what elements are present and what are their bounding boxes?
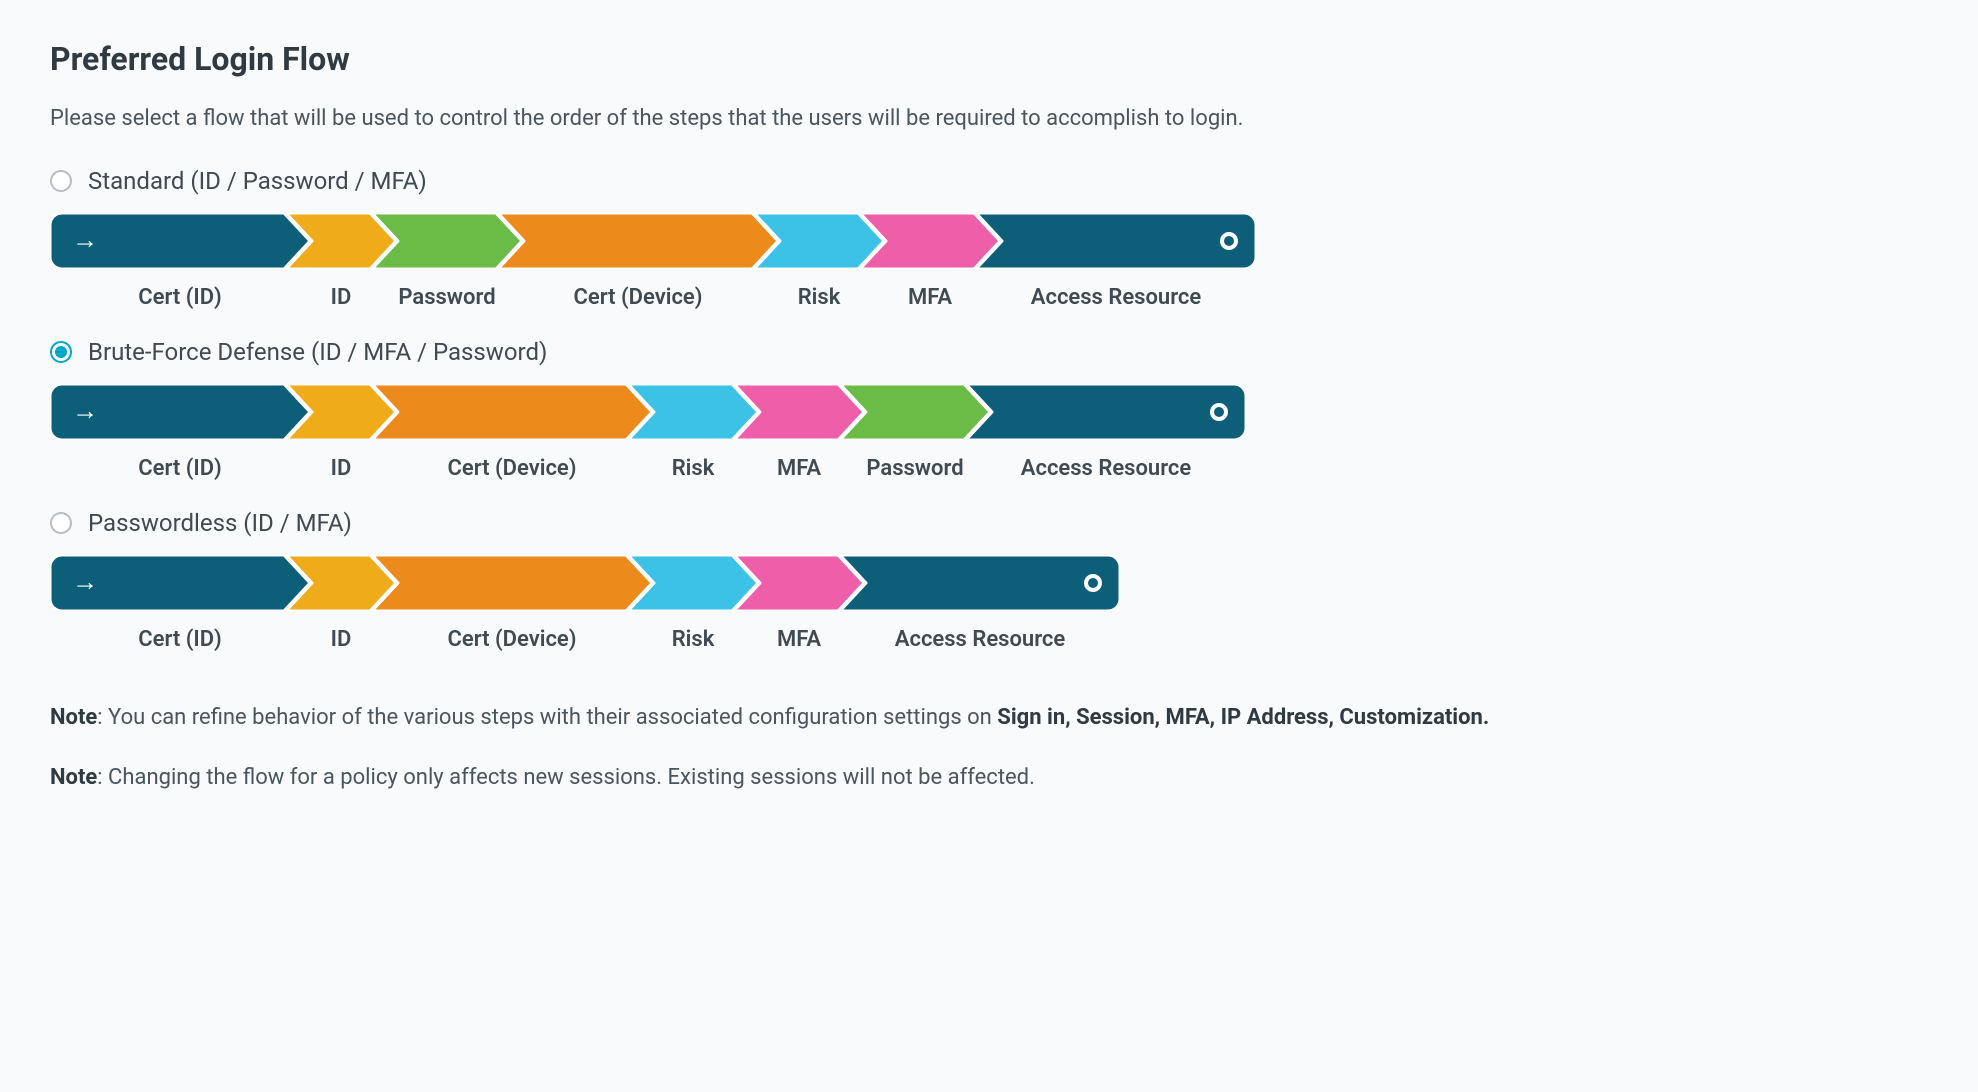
flow-step-label: Risk	[672, 456, 715, 481]
flow-step: Cert (Device)	[372, 555, 652, 652]
flow-step-label: Cert (Device)	[448, 627, 577, 652]
notes-section: Note: You can refine behavior of the var…	[50, 702, 1928, 794]
flow-option-label: Passwordless (ID / MFA)	[88, 509, 352, 537]
flow-options: Standard (ID / Password / MFA) → Cert (ID)…	[50, 167, 1928, 652]
flow-option-standard: Standard (ID / Password / MFA) → Cert (ID)…	[50, 167, 1928, 310]
flow-step-chevron: →	[50, 555, 310, 611]
flow-diagram-standard: → Cert (ID) ID Password Cert (Device) Risk MFA…	[50, 213, 1928, 310]
note-2: Note: Changing the flow for a policy onl…	[50, 762, 1928, 794]
flow-end-icon	[1084, 574, 1102, 592]
flow-option-header-brute-force-defense[interactable]: Brute-Force Defense (ID / MFA / Password…	[50, 338, 1928, 366]
flow-step: Access Resource	[840, 555, 1120, 652]
flow-step-label: ID	[331, 627, 352, 652]
flow-diagram-passwordless: → Cert (ID) ID Cert (Device) Risk MFA Access R…	[50, 555, 1928, 652]
flow-step-label: MFA	[777, 456, 821, 481]
preferred-login-flow-panel: Preferred Login Flow Please select a flo…	[0, 0, 1978, 862]
flow-step-chevron	[976, 213, 1256, 269]
arrow-right-icon: →	[72, 566, 98, 597]
flow-step-label: Cert (Device)	[448, 456, 577, 481]
flow-step-label: Access Resource	[1021, 456, 1191, 481]
flow-step-label: ID	[331, 285, 352, 310]
flow-option-label: Brute-Force Defense (ID / MFA / Password…	[88, 338, 547, 366]
flow-step-label: Cert (ID)	[138, 285, 222, 310]
radio-brute-force-defense[interactable]	[50, 341, 72, 363]
flow-step-chevron: →	[50, 384, 310, 440]
flow-step-chevron	[966, 384, 1246, 440]
flow-option-header-passwordless[interactable]: Passwordless (ID / MFA)	[50, 509, 1928, 537]
flow-end-icon	[1220, 232, 1238, 250]
note-2-body: : Changing the flow for a policy only af…	[97, 765, 1035, 790]
flow-step-chevron	[372, 555, 652, 611]
flow-step: → Cert (ID)	[50, 384, 310, 481]
flow-step: Access Resource	[976, 213, 1256, 310]
note-1-prefix: Note	[50, 705, 97, 730]
flow-step-label: Risk	[798, 285, 841, 310]
flow-step-label: Password	[398, 285, 495, 310]
flow-step: Cert (Device)	[372, 384, 652, 481]
note-1-body: : You can refine behavior of the various…	[97, 705, 997, 730]
flow-step: → Cert (ID)	[50, 555, 310, 652]
flow-step: → Cert (ID)	[50, 213, 310, 310]
flow-step-label: Risk	[672, 627, 715, 652]
arrow-right-icon: →	[72, 224, 98, 255]
note-1: Note: You can refine behavior of the var…	[50, 702, 1928, 734]
flow-step-chevron: →	[50, 213, 310, 269]
flow-end-icon	[1210, 403, 1228, 421]
arrow-right-icon: →	[72, 395, 98, 426]
flow-step-label: MFA	[908, 285, 952, 310]
flow-step-label: Cert (ID)	[138, 456, 222, 481]
radio-standard[interactable]	[50, 170, 72, 192]
flow-option-label: Standard (ID / Password / MFA)	[88, 167, 427, 195]
page-title: Preferred Login Flow	[50, 40, 1928, 78]
flow-step-label: ID	[331, 456, 352, 481]
flow-step-label: Access Resource	[895, 627, 1065, 652]
flow-step-label: Access Resource	[1031, 285, 1201, 310]
flow-diagram-brute-force-defense: → Cert (ID) ID Cert (Device) Risk MFA Password…	[50, 384, 1928, 481]
note-2-prefix: Note	[50, 765, 97, 790]
flow-option-brute-force-defense: Brute-Force Defense (ID / MFA / Password…	[50, 338, 1928, 481]
flow-step-label: Password	[866, 456, 963, 481]
flow-step-chevron	[840, 555, 1120, 611]
flow-step-label: Cert (ID)	[138, 627, 222, 652]
flow-step: Access Resource	[966, 384, 1246, 481]
flow-step-label: MFA	[777, 627, 821, 652]
note-1-bold: Sign in, Session, MFA, IP Address, Custo…	[997, 705, 1489, 730]
description: Please select a flow that will be used t…	[50, 106, 1928, 131]
flow-option-header-standard[interactable]: Standard (ID / Password / MFA)	[50, 167, 1928, 195]
flow-step: Cert (Device)	[498, 213, 778, 310]
flow-step-chevron	[372, 384, 652, 440]
flow-option-passwordless: Passwordless (ID / MFA) → Cert (ID) ID Cert …	[50, 509, 1928, 652]
radio-passwordless[interactable]	[50, 512, 72, 534]
flow-step-label: Cert (Device)	[574, 285, 703, 310]
flow-step-chevron	[498, 213, 778, 269]
